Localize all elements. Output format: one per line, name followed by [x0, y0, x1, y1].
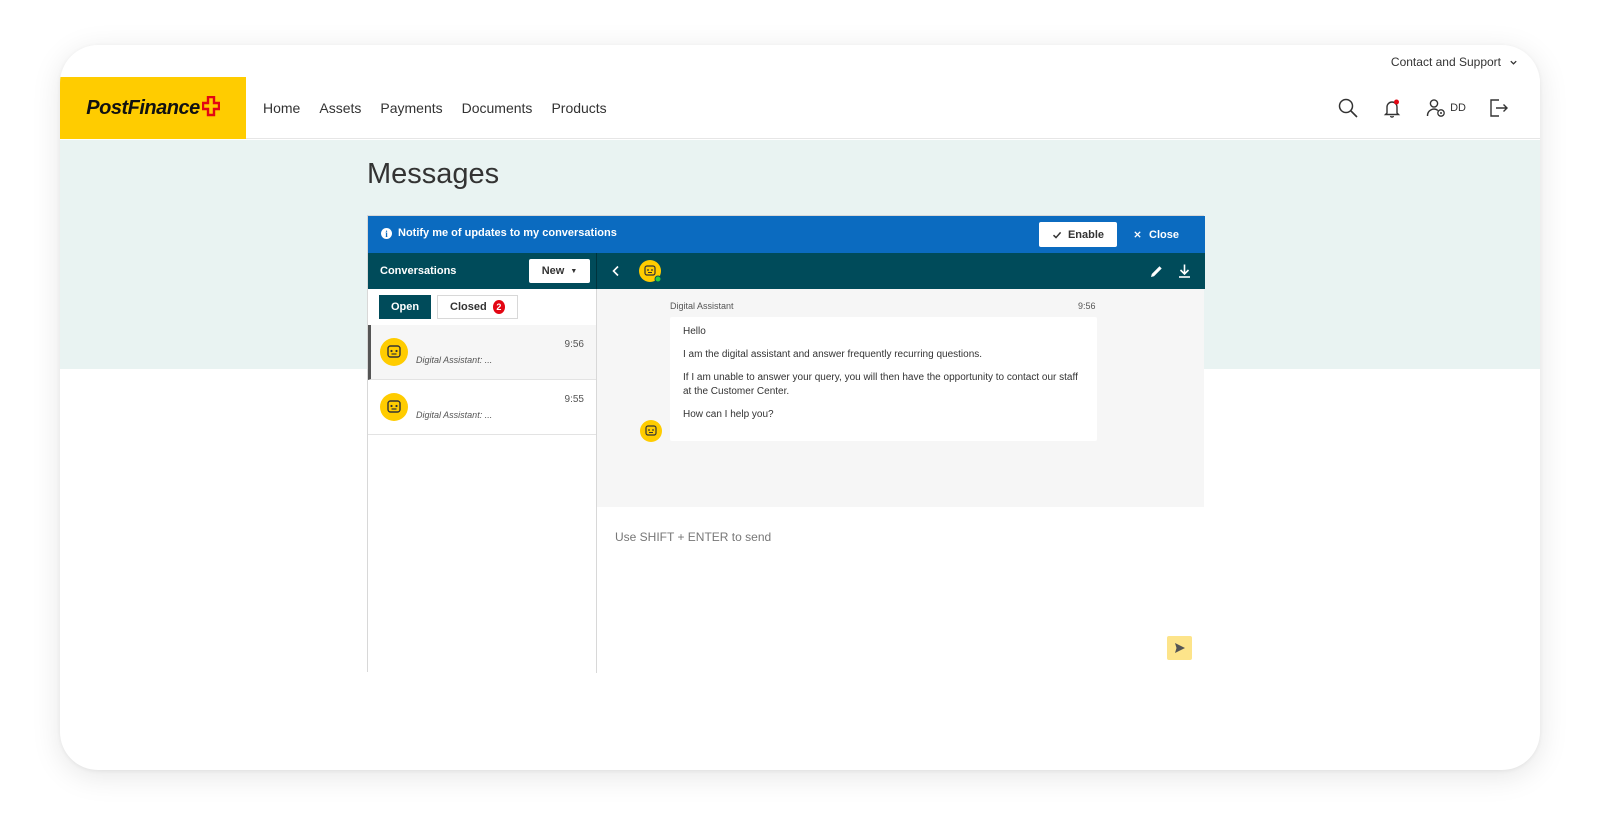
contact-support-label: Contact and Support — [1390, 55, 1501, 69]
enable-label: Enable — [1067, 228, 1105, 241]
notification-text: Notify me of updates to my conversations — [398, 227, 617, 239]
tab-closed[interactable]: Closed 2 — [437, 295, 518, 319]
message-sender: Digital Assistant — [670, 301, 734, 311]
message-bubble: Hello I am the digital assistant and ans… — [670, 317, 1097, 441]
nav-menu: Home Assets Payments Documents Products — [263, 77, 607, 139]
caret-down-icon: ▼ — [570, 267, 578, 275]
chevron-left-icon[interactable] — [609, 264, 623, 278]
message-input[interactable] — [615, 527, 1175, 547]
message-line: How can I help you? — [683, 409, 774, 420]
nav-item-home[interactable]: Home — [263, 100, 300, 116]
message-line: I am the digital assistant and answer fr… — [683, 349, 983, 360]
info-icon: i — [381, 228, 392, 239]
nav-item-documents[interactable]: Documents — [462, 100, 533, 116]
tab-open[interactable]: Open — [379, 295, 431, 319]
bot-avatar-icon — [640, 420, 662, 442]
conversation-item[interactable]: Digital Assistant: ... 9:55 — [368, 380, 596, 435]
bot-avatar-icon — [639, 260, 662, 283]
send-button[interactable] — [1167, 636, 1192, 660]
main-navbar: PostFinance Home Assets Payments Documen… — [60, 77, 1540, 139]
conversation-tabs: Open Closed 2 — [379, 295, 518, 319]
user-menu-button[interactable]: DD — [1425, 97, 1466, 119]
conversation-list: Open Closed 2 Digital Assistant: ... 9:5… — [368, 289, 597, 673]
browser-window: Contact and Support PostFinance Home Ass… — [60, 45, 1540, 770]
message-time: 9:56 — [1078, 301, 1096, 311]
enable-button[interactable]: Enable — [1039, 222, 1117, 247]
notifications-button[interactable] — [1381, 97, 1403, 119]
nav-item-products[interactable]: Products — [551, 100, 606, 116]
search-icon — [1338, 98, 1358, 118]
conversation-preview: Digital Assistant: ... — [416, 355, 493, 365]
user-initials: DD — [1450, 102, 1466, 114]
close-icon — [1134, 231, 1141, 238]
close-banner-button[interactable]: Close — [1133, 222, 1179, 247]
conversations-title: Conversations — [380, 265, 457, 277]
tab-closed-label: Closed — [450, 301, 487, 313]
search-button[interactable] — [1337, 97, 1359, 119]
messaging-widget: i Notify me of updates to my conversatio… — [367, 215, 1205, 673]
download-icon[interactable] — [1177, 263, 1192, 279]
logout-button[interactable] — [1488, 97, 1510, 119]
conversations-header: Conversations New ▼ — [368, 253, 597, 289]
nav-item-assets[interactable]: Assets — [319, 100, 361, 116]
checkmark-icon — [1052, 231, 1062, 239]
new-label: New — [541, 265, 565, 277]
logo-text: PostFinance — [86, 96, 200, 119]
tab-open-label: Open — [390, 301, 420, 313]
notification-banner: i Notify me of updates to my conversatio… — [368, 216, 1205, 253]
nav-item-payments[interactable]: Payments — [380, 100, 442, 116]
bell-icon — [1383, 99, 1401, 118]
chevron-down-icon — [1510, 60, 1517, 65]
user-icon — [1426, 99, 1445, 117]
closed-count-badge: 2 — [492, 300, 505, 314]
new-conversation-button[interactable]: New ▼ — [529, 259, 590, 283]
conversation-preview: Digital Assistant: ... — [416, 410, 493, 420]
send-icon — [1174, 643, 1185, 653]
message-line: If I am unable to answer your query, you… — [683, 372, 1078, 397]
page-title: Messages — [367, 158, 500, 190]
logout-icon — [1490, 99, 1508, 117]
message-composer — [597, 507, 1204, 672]
pencil-icon[interactable] — [1149, 264, 1164, 279]
message-line: Hello — [683, 326, 706, 337]
swiss-cross-icon — [201, 96, 220, 117]
conversation-time: 9:55 — [564, 394, 584, 405]
conversation-time: 9:56 — [564, 339, 584, 350]
bot-avatar-icon — [380, 338, 408, 366]
bot-avatar-icon — [380, 393, 408, 421]
utility-bar: Contact and Support — [60, 45, 1540, 77]
nav-icons: DD — [1337, 77, 1510, 139]
contact-support-link[interactable]: Contact and Support — [1391, 55, 1518, 69]
conversation-item[interactable]: Digital Assistant: ... 9:56 — [368, 325, 596, 380]
postfinance-logo[interactable]: PostFinance — [60, 77, 246, 139]
close-label: Close — [1149, 228, 1179, 241]
chat-header — [597, 253, 1205, 289]
message-thread: Digital Assistant 9:56 Hello I am the di… — [597, 289, 1204, 507]
